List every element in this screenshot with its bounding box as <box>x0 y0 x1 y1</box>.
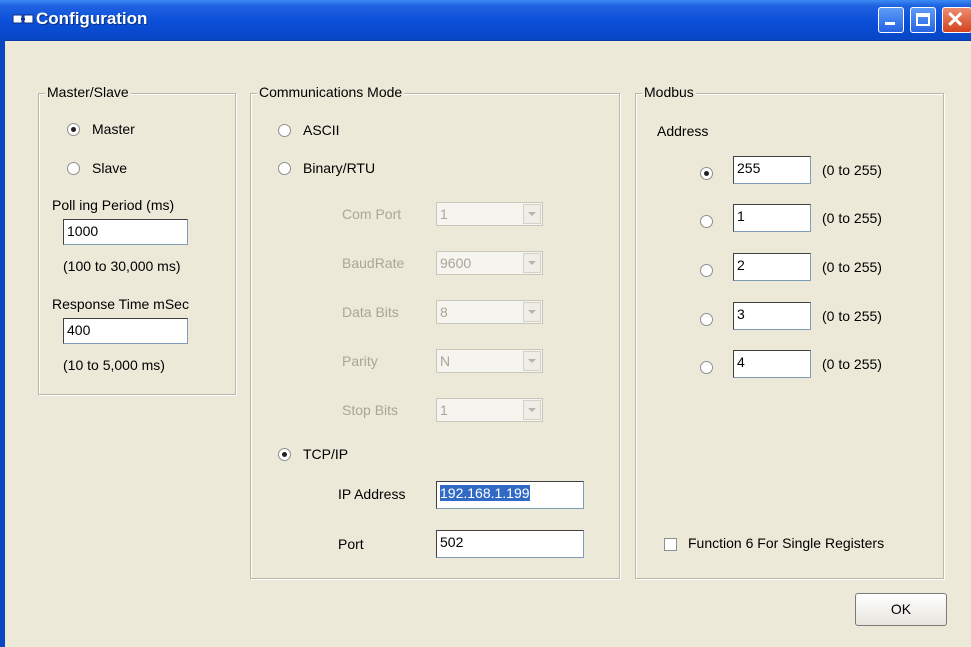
response-time-input[interactable]: 400 <box>63 318 188 344</box>
address-range-2: (0 to 255) <box>822 259 882 275</box>
baud-rate-label: BaudRate <box>342 255 405 271</box>
polling-period-label: Poll ing Period (ms) <box>52 197 175 213</box>
ip-address-input[interactable]: 192.168.1.199 <box>436 481 584 509</box>
baud-rate-select[interactable]: 9600 <box>436 251 543 275</box>
function6-checkbox[interactable] <box>664 538 677 551</box>
polling-range-label: (100 to 30,000 ms) <box>63 258 181 274</box>
response-range-label: (10 to 5,000 ms) <box>63 357 165 373</box>
binary-rtu-radio[interactable] <box>278 162 291 175</box>
address-range-1: (0 to 255) <box>822 210 882 226</box>
com-port-label: Com Port <box>342 206 402 222</box>
close-icon: ✕ <box>946 7 965 32</box>
address-input-3[interactable]: 3 <box>733 302 811 330</box>
ok-button[interactable]: OK <box>855 593 947 626</box>
master-slave-legend: Master/Slave <box>45 84 131 100</box>
address-input-1[interactable]: 1 <box>733 204 811 232</box>
polling-period-input[interactable]: 1000 <box>63 219 188 245</box>
data-bits-label: Data Bits <box>342 304 399 320</box>
minimize-icon <box>885 22 895 25</box>
communications-mode-legend: Communications Mode <box>257 84 405 100</box>
parity-select[interactable]: N <box>436 349 543 373</box>
modbus-app-icon <box>12 14 34 24</box>
maximize-icon <box>916 13 930 26</box>
data-bits-dropdown-icon <box>523 302 541 322</box>
baud-rate-dropdown-icon <box>523 253 541 273</box>
maximize-button[interactable] <box>910 7 936 33</box>
slave-radio[interactable] <box>67 162 80 175</box>
data-bits-value: 8 <box>440 304 448 320</box>
modbus-legend: Modbus <box>642 84 696 100</box>
master-radio[interactable] <box>67 123 80 136</box>
address-radio-4[interactable] <box>700 361 713 374</box>
com-port-value: 1 <box>440 206 448 222</box>
stop-bits-dropdown-icon <box>523 400 541 420</box>
port-input[interactable]: 502 <box>436 530 584 558</box>
address-range-3: (0 to 255) <box>822 308 882 324</box>
address-input-0[interactable]: 255 <box>733 156 811 184</box>
ip-address-value: 192.168.1.199 <box>440 485 530 501</box>
stop-bits-value: 1 <box>440 402 448 418</box>
master-label: Master <box>92 121 135 137</box>
title-bar[interactable]: Configuration ✕ <box>0 0 971 41</box>
ascii-label: ASCII <box>303 122 340 138</box>
tcpip-label: TCP/IP <box>303 446 349 462</box>
window-left-border <box>0 40 5 647</box>
address-label: Address <box>657 123 709 139</box>
baud-rate-value: 9600 <box>440 255 472 271</box>
ascii-radio[interactable] <box>278 124 291 137</box>
stop-bits-label: Stop Bits <box>342 402 399 418</box>
address-range-4: (0 to 255) <box>822 356 882 372</box>
function6-label: Function 6 For Single Registers <box>688 535 885 551</box>
address-radio-2[interactable] <box>700 264 713 277</box>
address-input-2[interactable]: 2 <box>733 253 811 281</box>
parity-dropdown-icon <box>523 351 541 371</box>
binary-rtu-label: Binary/RTU <box>303 160 376 176</box>
window-title: Configuration <box>36 9 148 28</box>
address-radio-0[interactable] <box>700 167 713 180</box>
address-radio-3[interactable] <box>700 313 713 326</box>
tcpip-radio[interactable] <box>278 448 291 461</box>
port-label: Port <box>338 536 364 552</box>
stop-bits-select[interactable]: 1 <box>436 398 543 422</box>
address-range-0: (0 to 255) <box>822 162 882 178</box>
data-bits-select[interactable]: 8 <box>436 300 543 324</box>
com-port-dropdown-icon <box>523 204 541 224</box>
ip-address-label: IP Address <box>338 486 406 502</box>
close-button[interactable]: ✕ <box>942 7 971 33</box>
com-port-select[interactable]: 1 <box>436 202 543 226</box>
address-radio-1[interactable] <box>700 215 713 228</box>
minimize-button[interactable] <box>878 7 904 33</box>
parity-label: Parity <box>342 353 378 369</box>
response-time-label: Response Time mSec <box>52 296 189 312</box>
parity-value: N <box>440 353 451 369</box>
slave-label: Slave <box>92 160 128 176</box>
address-input-4[interactable]: 4 <box>733 350 811 378</box>
